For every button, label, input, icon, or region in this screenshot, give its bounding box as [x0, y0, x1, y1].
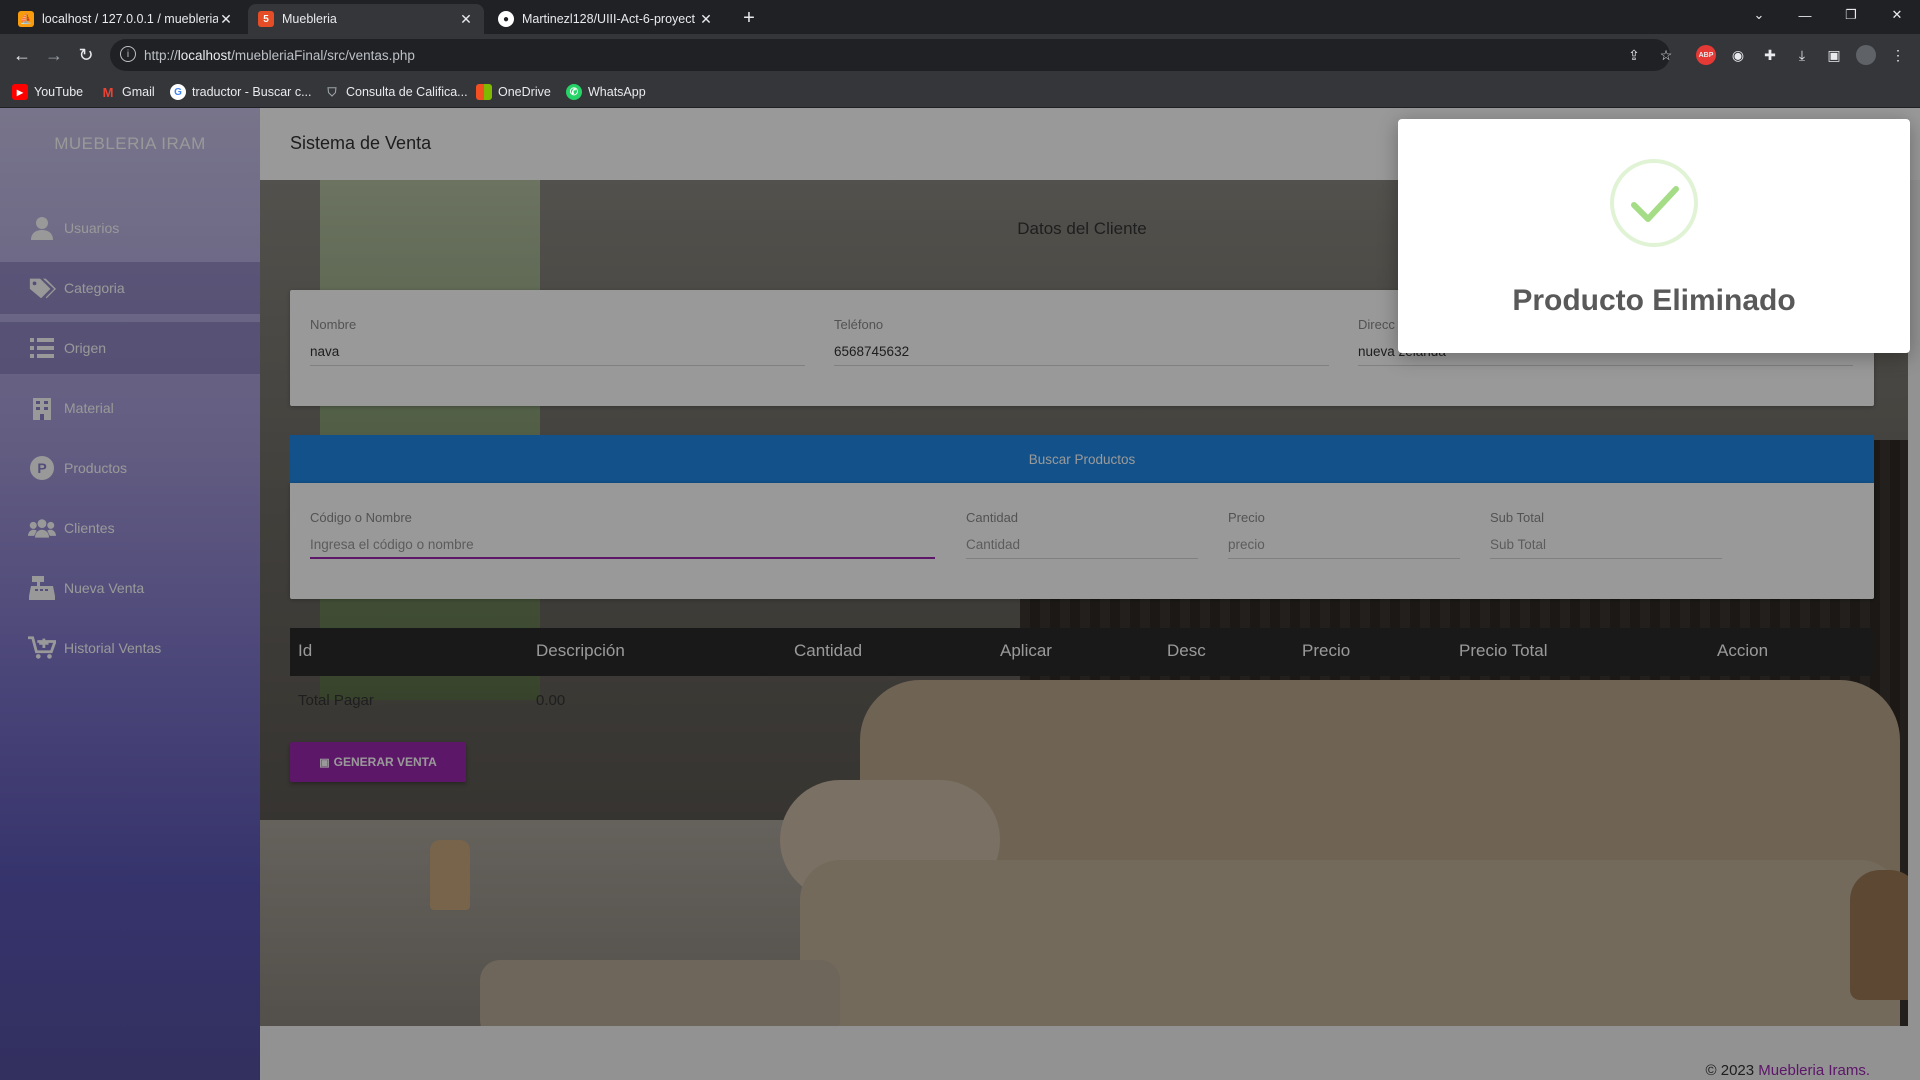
bookmark-onedrive[interactable]: OneDrive — [476, 82, 551, 102]
bookmark-gmail[interactable]: M Gmail — [100, 82, 155, 102]
success-alert: Producto Eliminado — [1398, 119, 1910, 353]
extension-bulb-icon[interactable]: ◉ — [1728, 45, 1748, 65]
back-button[interactable]: ← — [10, 43, 34, 67]
bookmarks-bar: ▶ YouTube M Gmail G traductor - Buscar c… — [0, 76, 1920, 108]
bookmark-label: Consulta de Califica... — [346, 85, 468, 99]
bookmark-youtube[interactable]: ▶ YouTube — [12, 82, 83, 102]
restore-button[interactable]: ❐ — [1828, 0, 1874, 30]
tab-title: Muebleria — [282, 12, 337, 26]
adblock-icon[interactable]: ABP — [1696, 45, 1716, 65]
tab-title: Martinezl128/UIII-Act-6-proyect — [522, 12, 695, 26]
close-tab-icon[interactable]: ✕ — [458, 11, 474, 28]
web-page: MUEBLERIA IRAM Usuarios Categoria Origen… — [0, 108, 1920, 1080]
gmail-icon: M — [102, 84, 114, 100]
close-tab-icon[interactable]: ✕ — [698, 11, 714, 28]
phpmyadmin-icon: ⛵ — [18, 11, 34, 27]
share-icon[interactable]: ⇪ — [1624, 45, 1644, 65]
microsoft-icon — [476, 84, 492, 100]
tab-title: localhost / 127.0.0.1 / muebleria — [42, 12, 218, 26]
minimize-button[interactable]: — — [1782, 0, 1828, 30]
tab-github[interactable]: ● Martinezl128/UIII-Act-6-proyect ✕ — [488, 4, 724, 34]
forward-button[interactable]: → — [42, 43, 66, 67]
side-panel-icon[interactable]: ▣ — [1824, 45, 1844, 65]
close-tab-icon[interactable]: ✕ — [218, 11, 234, 28]
bookmark-traductor[interactable]: G traductor - Buscar c... — [170, 82, 311, 102]
bookmark-star-icon[interactable]: ☆ — [1656, 45, 1676, 65]
extensions-puzzle-icon[interactable]: ✚ — [1760, 45, 1780, 65]
new-tab-button[interactable]: + — [736, 5, 762, 31]
bookmark-consulta[interactable]: ⛉ Consulta de Califica... — [324, 82, 468, 102]
bookmark-label: OneDrive — [498, 85, 551, 99]
bookmark-label: YouTube — [34, 85, 84, 99]
bookmark-label: WhatsApp — [588, 85, 646, 99]
whatsapp-icon: ✆ — [566, 84, 582, 100]
address-bar[interactable]: i http://localhost/muebleriaFinal/src/ve… — [110, 39, 1670, 71]
browser-toolbar: ← → ↻ i http://localhost/muebleriaFinal/… — [0, 34, 1920, 76]
google-icon: G — [170, 84, 186, 100]
reload-button[interactable]: ↻ — [74, 43, 98, 67]
url-prefix: http:// — [144, 47, 178, 63]
menu-kebab-icon[interactable]: ⋮ — [1888, 45, 1908, 65]
close-window-button[interactable]: ✕ — [1874, 0, 1920, 30]
url-host: localhost — [177, 47, 232, 63]
bookmark-label: Gmail — [122, 85, 155, 99]
youtube-icon: ▶ — [12, 84, 28, 100]
tab-phpmyadmin[interactable]: ⛵ localhost / 127.0.0.1 / muebleria ✕ — [8, 4, 244, 34]
html5-icon: 5 — [258, 11, 274, 27]
success-check-icon — [1631, 186, 1679, 222]
site-info-icon[interactable]: i — [120, 46, 136, 62]
profile-avatar[interactable] — [1856, 45, 1876, 65]
tab-search-icon[interactable]: ⌄ — [1736, 0, 1782, 30]
url-path: /muebleriaFinal/src/ventas.php — [231, 47, 415, 63]
tab-muebleria[interactable]: 5 Muebleria ✕ — [248, 4, 484, 34]
alert-message: Producto Eliminado — [1512, 284, 1796, 317]
browser-tab-bar: ⛵ localhost / 127.0.0.1 / muebleria ✕ 5 … — [0, 0, 1920, 34]
bookmark-label: traductor - Buscar c... — [192, 85, 312, 99]
shield-icon: ⛉ — [327, 84, 337, 99]
github-icon: ● — [498, 11, 514, 27]
download-icon[interactable]: ⤓ — [1792, 45, 1812, 65]
bookmark-whatsapp[interactable]: ✆ WhatsApp — [566, 82, 646, 102]
